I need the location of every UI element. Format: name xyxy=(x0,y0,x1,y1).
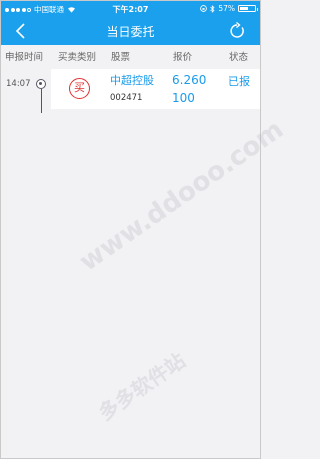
stock-name: 中超控股 xyxy=(110,74,154,87)
watermark-site-name: 多多软件站 xyxy=(94,348,190,426)
column-header-stock: 股票 xyxy=(111,52,131,63)
column-header-row: 申报时间 买卖类别 股票 报价 状态 xyxy=(1,45,260,65)
order-price: 6.260 xyxy=(172,73,207,87)
status-bar-right: 57% xyxy=(200,4,258,13)
stock-code: 002471 xyxy=(110,93,143,103)
status-bar: 中国联通 下午2:07 57% xyxy=(1,1,260,17)
order-quantity: 100 xyxy=(172,91,195,105)
column-header-price: 报价 xyxy=(173,52,193,63)
watermark-url: www.ddooo.com xyxy=(74,114,290,278)
refresh-icon[interactable] xyxy=(228,22,246,40)
battery-percent: 57% xyxy=(218,4,235,13)
timeline-line xyxy=(41,89,42,113)
order-time: 14:07 xyxy=(6,79,31,89)
order-status: 已报 xyxy=(228,75,250,88)
column-header-type: 买卖类别 xyxy=(58,52,97,63)
page-title: 当日委托 xyxy=(106,25,155,39)
column-header-status: 状态 xyxy=(229,52,249,63)
column-header-time: 申报时间 xyxy=(5,52,44,63)
buy-badge-icon: 买 xyxy=(69,78,90,99)
navigation-bar: 当日委托 xyxy=(1,17,260,45)
battery-icon xyxy=(238,5,258,12)
order-row[interactable]: 14:07 买 中超控股 002471 6.260 100 已报 xyxy=(1,65,260,113)
battery-level xyxy=(240,7,248,10)
timeline-dot-icon xyxy=(36,79,46,89)
lock-rotation-icon xyxy=(200,5,208,12)
header-bar: 中国联通 下午2:07 57% 当日委托 xyxy=(1,1,260,45)
bluetooth-icon xyxy=(210,4,215,13)
order-card[interactable]: 买 中超控股 002471 6.260 100 已报 xyxy=(51,69,260,109)
